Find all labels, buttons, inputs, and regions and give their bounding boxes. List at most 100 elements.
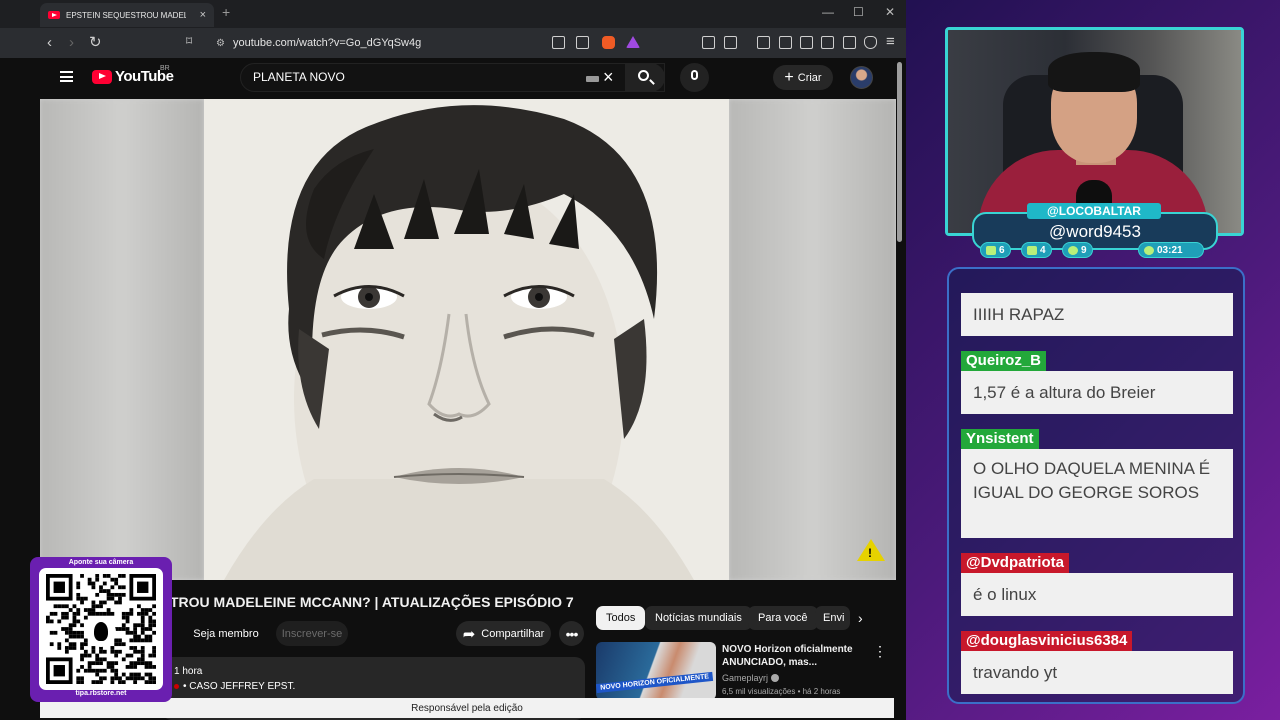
- voice-search-button[interactable]: [680, 63, 709, 92]
- chat-message: IIIIH RAPAZ: [961, 293, 1233, 336]
- share-page-icon[interactable]: [576, 36, 589, 49]
- forward-icon[interactable]: ›: [69, 34, 74, 51]
- tab-title: EPSTEIN SEQUESTROU MADELEINE M...: [66, 10, 186, 20]
- video-side-right: [729, 99, 896, 580]
- keyboard-icon[interactable]: [586, 76, 599, 82]
- youtube-header: YouTube BR × + Criar: [40, 58, 896, 98]
- link-icon: [1068, 245, 1078, 255]
- search-input[interactable]: [253, 70, 573, 84]
- wallet-icon[interactable]: [821, 36, 834, 49]
- vpn-icon[interactable]: [864, 36, 877, 49]
- whatsapp-icon: [1144, 245, 1154, 255]
- downloads-icon[interactable]: [757, 36, 770, 49]
- chat-count: 6: [999, 244, 1005, 256]
- browser-tab[interactable]: EPSTEIN SEQUESTROU MADELEINE M... ×: [40, 3, 214, 27]
- hamburger-menu-icon[interactable]: [60, 71, 73, 82]
- recommended-thumbnail[interactable]: NOVO HORIZON OFICIALMENTE: [596, 642, 716, 700]
- chat-username: Ynsistent: [961, 429, 1039, 449]
- streamer-handle: @word9453: [1049, 222, 1141, 241]
- maximize-icon[interactable]: ☐: [853, 5, 864, 19]
- url-text: youtube.com/watch?v=Go_dGYqSw4g: [232, 37, 422, 49]
- youtube-favicon-icon: [48, 11, 60, 19]
- page-scrollbar[interactable]: [897, 62, 902, 242]
- logo-region: BR: [160, 65, 170, 72]
- qr-bottom-text: tipa.rbstore.net: [75, 690, 127, 697]
- share-button[interactable]: ➦ Compartilhar: [456, 621, 551, 646]
- site-info-icon[interactable]: ⚙: [216, 38, 225, 49]
- share-icon: ➦: [462, 625, 476, 643]
- video-side-left: [40, 99, 204, 580]
- plus-icon: +: [784, 68, 794, 86]
- chip-for-you[interactable]: Para você: [748, 606, 818, 630]
- chat-message: 1,57 é a altura do Breier: [961, 371, 1233, 414]
- chat-count-badge: 6: [980, 242, 1011, 258]
- join-label: Seja membro: [193, 627, 259, 640]
- uptime: 03:21: [1157, 244, 1183, 256]
- chat-message: travando yt: [961, 651, 1233, 694]
- chat-username: Queiroz_B: [961, 351, 1047, 371]
- streamer-hair: [1048, 52, 1140, 92]
- other-count-badge: 9: [1062, 242, 1093, 258]
- recommended-title[interactable]: NOVO Horizon oficialmente ANUNCIADO, mas…: [722, 643, 862, 669]
- clear-search-icon[interactable]: ×: [603, 67, 614, 88]
- description-tag: • CASO JEFFREY EPST.: [174, 681, 295, 692]
- join-button[interactable]: Seja membro: [186, 621, 266, 646]
- search-button[interactable]: [625, 63, 665, 92]
- subscribe-label: Inscrever-se: [281, 627, 343, 640]
- bookmark-icon[interactable]: ⌑: [186, 34, 192, 48]
- url-field[interactable]: ⚙ youtube.com/watch?v=Go_dGYqSw4g: [208, 32, 538, 54]
- upload-time: 1 hora: [174, 666, 203, 677]
- youtube-icon: [1027, 245, 1037, 255]
- cast-icon[interactable]: [552, 36, 565, 49]
- qr-logo-icon: [86, 617, 116, 647]
- warning-icon: [857, 539, 885, 561]
- account-avatar[interactable]: [850, 66, 873, 89]
- chat-bubble-icon: [986, 245, 996, 255]
- minimize-icon[interactable]: —: [822, 5, 834, 19]
- other-count: 9: [1081, 244, 1087, 256]
- recommended-meta: 6,5 mil visualizações • há 2 horas: [722, 687, 841, 696]
- chevron-right-icon[interactable]: ›: [858, 610, 863, 626]
- chat-username: @douglasvinicius6384: [961, 631, 1133, 651]
- extensions-icon[interactable]: [702, 36, 715, 49]
- chip-world-news[interactable]: Notícias mundiais: [645, 606, 752, 630]
- chat-message: O OLHO DAQUELA MENINA É IGUAL DO GEORGE …: [961, 449, 1233, 538]
- new-tab-button[interactable]: +: [222, 4, 230, 20]
- create-button[interactable]: + Criar: [773, 65, 833, 90]
- thumbnail-banner: NOVO HORIZON OFICIALMENTE: [596, 671, 714, 694]
- channel-tag: @LOCOBALTAR: [1027, 203, 1161, 219]
- leo-ai-icon[interactable]: [843, 36, 856, 49]
- chat-message: é o linux: [961, 573, 1233, 616]
- more-actions-button[interactable]: •••: [559, 621, 584, 646]
- address-bar: ‹ › ↻ ⌑ ⚙ youtube.com/watch?v=Go_dGYqSw4…: [0, 28, 906, 58]
- microphone-icon: [691, 70, 698, 80]
- brave-rewards-icon[interactable]: [626, 36, 640, 48]
- reload-icon[interactable]: ↻: [89, 33, 102, 51]
- subscribe-button[interactable]: Inscrever-se: [276, 621, 348, 646]
- youtube-count-badge: 4: [1021, 242, 1052, 258]
- chat-username: @Dvdpatriota: [961, 553, 1069, 573]
- chip-partial[interactable]: Envi: [815, 606, 850, 630]
- share-label: Compartilhar: [481, 627, 545, 640]
- sidebar-icon[interactable]: [800, 36, 813, 49]
- media-icon[interactable]: [779, 36, 792, 49]
- brave-shield-icon[interactable]: [602, 36, 615, 49]
- youtube-play-icon: [92, 69, 112, 84]
- recommended-more-icon[interactable]: ⋮: [873, 643, 887, 660]
- back-icon[interactable]: ‹: [47, 34, 52, 51]
- video-title: TROU MADELEINE MCCANN? | ATUALIZAÇÕES EP…: [170, 594, 574, 610]
- qr-top-text: Aponte sua câmera: [68, 559, 134, 566]
- status-text: Responsável pela edição: [411, 702, 523, 714]
- recommended-channel-name: Gameplayrj: [722, 673, 769, 683]
- tab-bar: EPSTEIN SEQUESTROU MADELEINE M... × + — …: [0, 0, 906, 28]
- screenshot-icon[interactable]: [724, 36, 737, 49]
- recommended-channel[interactable]: Gameplayrj: [722, 673, 780, 683]
- video-player[interactable]: [40, 99, 896, 580]
- chip-todos[interactable]: Todos: [596, 606, 646, 630]
- tab-close-icon[interactable]: ×: [200, 9, 206, 21]
- menu-icon[interactable]: ≡: [886, 33, 895, 50]
- close-window-icon[interactable]: ✕: [885, 5, 895, 19]
- search-icon: [638, 70, 649, 81]
- uptime-badge: 03:21: [1138, 242, 1204, 258]
- create-label: Criar: [797, 71, 822, 84]
